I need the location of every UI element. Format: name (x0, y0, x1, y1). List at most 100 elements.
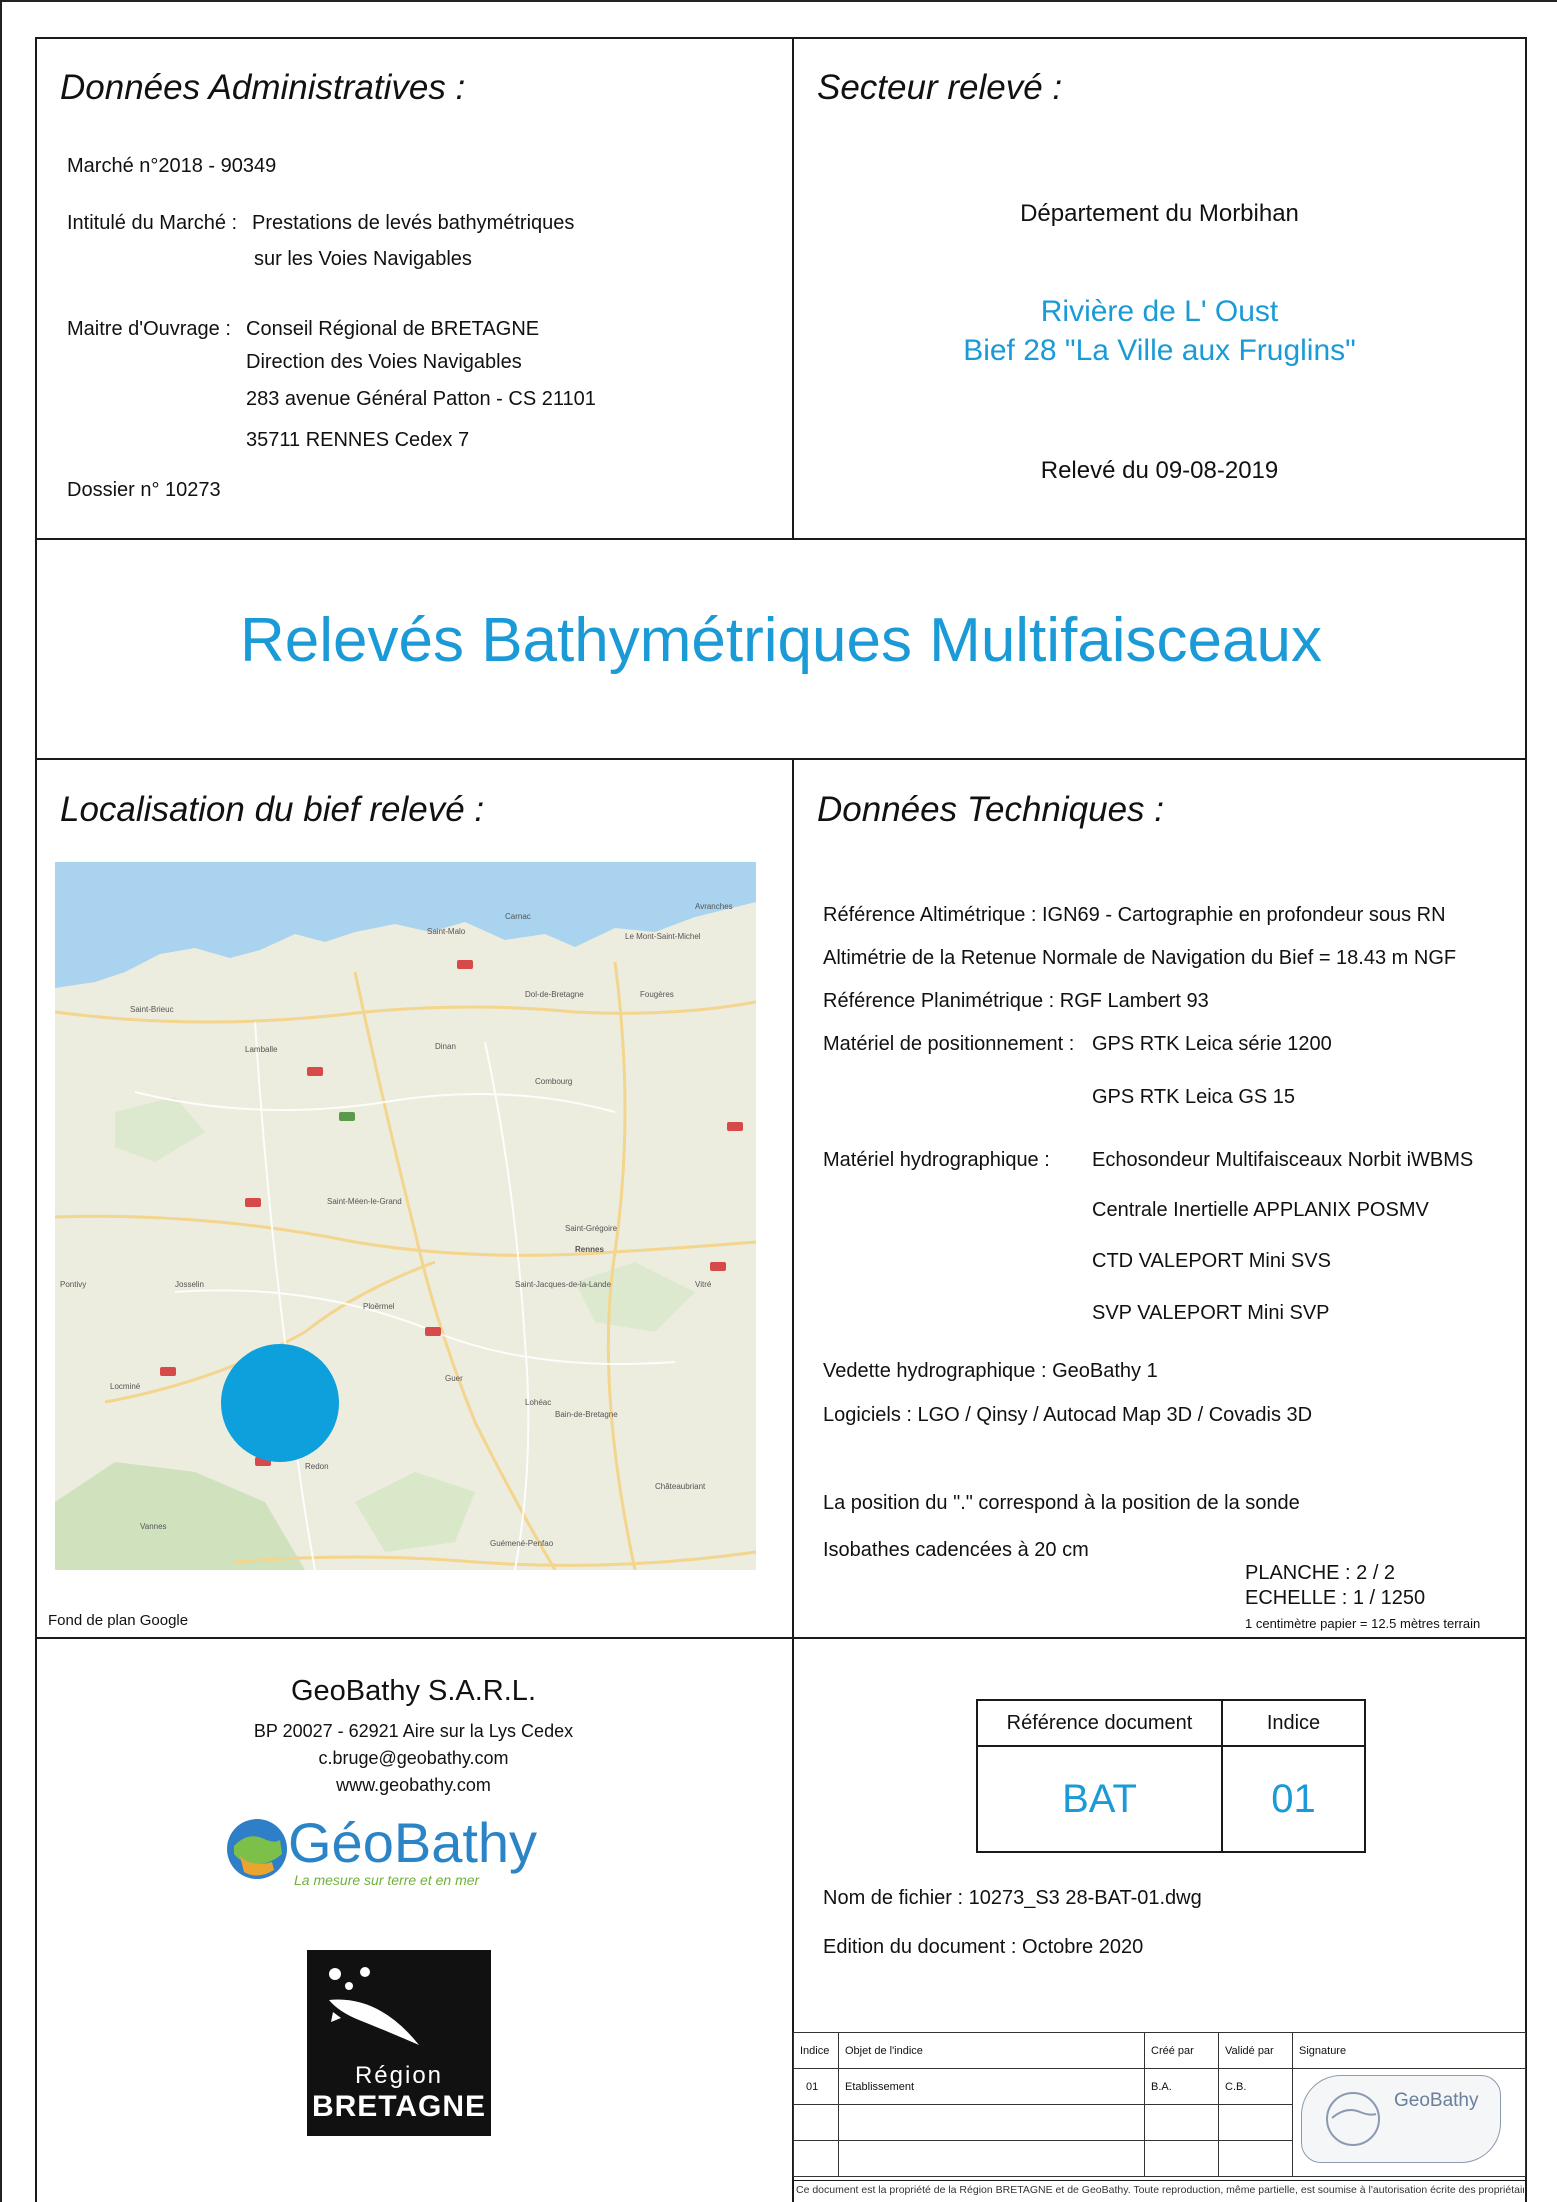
ref-header: Référence document (976, 1699, 1223, 1747)
map-label: Vitré (695, 1280, 712, 1289)
mat-hydro-3: CTD VALEPORT Mini SVS (1092, 1250, 1331, 1272)
rev-cell: B.A. (1144, 2068, 1219, 2105)
edition-date: Edition du document : Octobre 2020 (823, 1936, 1144, 1958)
globe-icon (227, 1819, 287, 1879)
divider-1 (35, 538, 1527, 540)
rev-header-cree: Créé par (1144, 2032, 1219, 2069)
location-map[interactable]: Saint-Malo Carnac Avranches Le Mont-Sain… (55, 862, 756, 1570)
ref-value: BAT (976, 1745, 1223, 1853)
logo-text: GéoBathy (288, 1811, 538, 1874)
moa-label: Maitre d'Ouvrage : (67, 318, 231, 340)
map-label: Saint-Malo (427, 927, 466, 936)
intitule-label: Intitulé du Marché : (67, 212, 238, 234)
road-badge (710, 1262, 726, 1271)
moa-line4: 35711 RENNES Cedex 7 (246, 429, 470, 451)
rev-header-signature: Signature (1292, 2032, 1526, 2069)
mat-hydro-1: Echosondeur Multifaisceaux Norbit iWBMS (1092, 1149, 1474, 1171)
map-label: Pontivy (60, 1280, 87, 1289)
region-line2: BRETAGNE (311, 2090, 487, 2123)
position-note: La position du "." correspond à la posit… (823, 1492, 1300, 1514)
left-border (35, 37, 37, 2202)
mat-hydro-4: SVP VALEPORT Mini SVP (1092, 1302, 1330, 1324)
map-label: Combourg (535, 1077, 573, 1086)
road-badge (339, 1112, 355, 1121)
forest-3 (575, 1262, 695, 1332)
map-label: Avranches (695, 902, 733, 911)
forest-2 (355, 1472, 475, 1552)
map-label: Bain-de-Bretagne (555, 1410, 618, 1419)
rev-cell: 01 (793, 2068, 839, 2105)
moa-line3: 283 avenue Général Patton - CS 21101 (246, 388, 596, 410)
center-divider-mid (792, 758, 794, 1638)
map-label: Lamballe (245, 1045, 278, 1054)
road-badge (245, 1198, 261, 1207)
forest-4 (115, 1097, 205, 1162)
map-label: Rennes (575, 1245, 604, 1254)
map-label: Châteaubriant (655, 1482, 706, 1491)
rev-cell (793, 2140, 839, 2177)
riviere: Rivière de L' Oust (1040, 295, 1279, 328)
altimetrie-rn: Altimétrie de la Retenue Normale de Navi… (823, 947, 1457, 969)
divider-3 (35, 1637, 1527, 1639)
main-title: Relevés Bathymétriques Multifaisceaux (239, 606, 1323, 675)
region-bretagne-logo: Région BRETAGNE (307, 1950, 491, 2136)
map-label: Lohéac (525, 1398, 552, 1407)
echelle: ECHELLE : 1 / 1250 (1245, 1587, 1426, 1609)
dossier-number: Dossier n° 10273 (67, 479, 221, 501)
rev-cell (1144, 2140, 1219, 2177)
map-label: Saint-Brieuc (130, 1005, 174, 1014)
rev-cell: C.B. (1218, 2068, 1293, 2105)
geobathy-logo: GéoBathy La mesure sur terre et en mer (222, 1808, 592, 1890)
mat-pos-1: GPS RTK Leica série 1200 (1092, 1033, 1332, 1055)
company-address: BP 20027 - 62921 Aire sur la Lys Cedex (253, 1721, 574, 1741)
vedette: Vedette hydrographique : GeoBathy 1 (823, 1360, 1158, 1382)
ermine-icon (329, 1967, 419, 2045)
mat-pos-label: Matériel de positionnement : (823, 1033, 1075, 1055)
rev-header-valide: Validé par (1218, 2032, 1293, 2069)
ref-planimetrique: Référence Planimétrique : RGF Lambert 93 (823, 990, 1209, 1012)
map-label: Saint-Jacques-de-la-Lande (515, 1280, 612, 1289)
stamp-text: GeoBathy (1394, 2090, 1479, 2111)
road-badge (425, 1327, 441, 1336)
ref-altimetrique: Référence Altimétrique : IGN69 - Cartogr… (823, 904, 1446, 926)
mat-hydro-2: Centrale Inertielle APPLANIX POSMV (1092, 1199, 1429, 1221)
map-label: Le Mont-Saint-Michel (625, 932, 701, 941)
localisation-title: Localisation du bief relevé : (60, 790, 485, 829)
map-label: Redon (305, 1462, 329, 1471)
footer-top-line (793, 2180, 1526, 2181)
map-label: Dinan (435, 1042, 456, 1051)
secteur-title: Secteur relevé : (817, 68, 1063, 107)
map-graphic (55, 862, 756, 1570)
rev-cell (793, 2104, 839, 2141)
map-label: Josselin (175, 1280, 204, 1289)
map-label: Saint-Méen-le-Grand (327, 1197, 402, 1206)
map-label: Guémené-Penfao (490, 1539, 554, 1548)
moa-line2: Direction des Voies Navigables (246, 351, 522, 373)
logo-tagline: La mesure sur terre et en mer (294, 1872, 480, 1888)
rev-cell (838, 2104, 1145, 2141)
releve-date: Relevé du 09-08-2019 (1040, 457, 1279, 484)
marche-number: Marché n°2018 - 90349 (67, 155, 277, 177)
rev-cell (1218, 2140, 1293, 2177)
bief-location-marker[interactable] (221, 1344, 339, 1462)
rev-cell: Etablissement (838, 2068, 1145, 2105)
stamp-globe-icon (1326, 2092, 1380, 2146)
rev-header-objet: Objet de l'indice (838, 2032, 1145, 2069)
top-border (35, 37, 1527, 39)
admin-title: Données Administratives : (60, 68, 466, 107)
map-label: Dol-de-Bretagne (525, 990, 584, 999)
indice-header: Indice (1221, 1699, 1366, 1747)
signature-cell: GeoBathy (1292, 2068, 1526, 2177)
planche: PLANCHE : 2 / 2 (1245, 1562, 1396, 1584)
divider-2 (35, 758, 1527, 760)
mat-pos-2: GPS RTK Leica GS 15 (1092, 1086, 1296, 1108)
moa-line1: Conseil Régional de BRETAGNE (246, 318, 540, 340)
road-badge (160, 1367, 176, 1376)
reference-table: Référence document Indice BAT 01 (976, 1699, 1366, 1853)
departement: Département du Morbihan (1020, 200, 1299, 227)
company-website[interactable]: www.geobathy.com (35, 1775, 792, 1796)
map-label: Ploërmel (363, 1302, 395, 1311)
isobathes-note: Isobathes cadencées à 20 cm (823, 1539, 1089, 1561)
intitule-line1: Prestations de levés bathymétriques (252, 212, 575, 234)
rev-cell (838, 2140, 1145, 2177)
